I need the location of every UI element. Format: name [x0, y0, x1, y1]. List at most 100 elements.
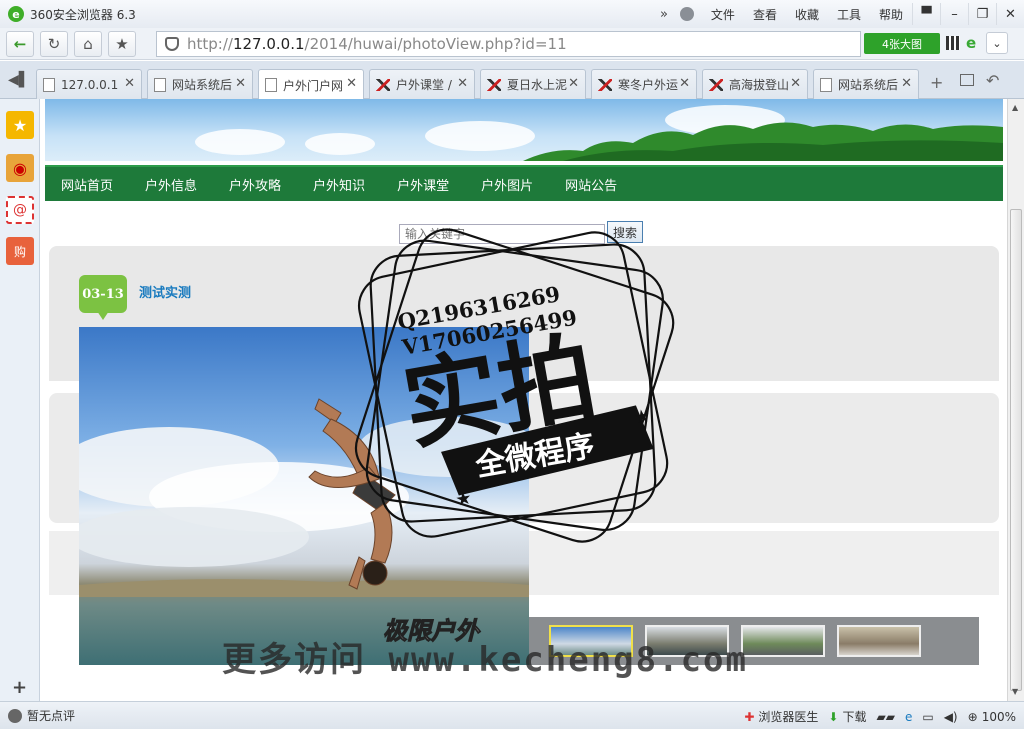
shopping-icon[interactable]: 购 [6, 237, 34, 265]
nav-outdoor-info[interactable]: 户外信息 [145, 175, 197, 194]
restore-tabs-icon[interactable] [960, 74, 974, 86]
zoom-control[interactable]: ⊕ 100% [968, 710, 1016, 724]
tab-close-icon[interactable]: ✕ [568, 76, 579, 91]
refresh-button[interactable]: ↻ [40, 30, 68, 57]
tab-bar: ◀▌ 127.0.0.1 ✕ 网站系统后 ✕ 户外门户网 ✕ 户外课堂 / ✕ 夏日水上… [0, 61, 1024, 100]
nav-home[interactable]: 网站首页 [61, 175, 113, 194]
minimize-button[interactable]: – [940, 3, 968, 25]
doctor-icon: ✚ [744, 709, 755, 724]
undo-close-icon[interactable]: ↶ [986, 71, 999, 90]
user-avatar-icon[interactable] [679, 7, 694, 21]
page-icon [820, 77, 832, 92]
tab-1[interactable]: 127.0.0.1 ✕ [36, 69, 142, 99]
volume-icon[interactable]: ◀) [944, 710, 958, 724]
page-icon [265, 78, 277, 92]
tab-close-icon[interactable]: ✕ [790, 76, 801, 91]
nav-announcements[interactable]: 网站公告 [565, 175, 617, 194]
nav-outdoor-guide[interactable]: 户外攻略 [229, 175, 281, 194]
ie-icon[interactable]: e [905, 710, 912, 724]
tab-8[interactable]: 网站系统后 ✕ [813, 69, 919, 99]
favorite-button[interactable]: ★ [108, 30, 136, 57]
window-title-bar: e 360安全浏览器 6.3 » 文件 查看 收藏 工具 帮助 ▀ – ❐ ✕ [0, 0, 1024, 28]
left-sidebar: ★ ◉ @ 购 + [0, 99, 40, 701]
tab-close-icon[interactable]: ✕ [457, 76, 468, 91]
back-arrow-icon: ← [13, 34, 27, 53]
banner-trees [523, 122, 1003, 161]
status-review-text[interactable]: 暂无点评 [27, 707, 75, 724]
home-icon: ⌂ [83, 34, 93, 53]
download-arrow-icon: ⬇ [828, 709, 839, 724]
home-button[interactable]: ⌂ [74, 30, 102, 57]
weibo-icon[interactable]: ◉ [6, 154, 34, 182]
tab-5[interactable]: 夏日水上泥 ✕ [480, 69, 586, 99]
thumbnail-3[interactable] [741, 625, 825, 657]
tab-4[interactable]: 户外课堂 / ✕ [369, 69, 475, 99]
zoom-icon: ⊕ [967, 709, 978, 724]
more-chevron-icon[interactable]: » [660, 7, 668, 22]
menu-tools[interactable]: 工具 [837, 6, 861, 23]
browser-doctor[interactable]: ✚ 浏览器医生 [744, 708, 818, 725]
nav-outdoor-knowledge[interactable]: 户外知识 [313, 175, 365, 194]
address-url[interactable]: http://127.0.0.1/2014/huwai/photoView.ph… [187, 35, 567, 53]
page-icon [154, 77, 166, 92]
thumbnail-4[interactable] [837, 625, 921, 657]
tab-close-icon[interactable]: ✕ [124, 76, 135, 91]
tab-close-icon[interactable]: ✕ [346, 76, 357, 91]
new-tab-icon[interactable]: + [930, 73, 943, 92]
title-bar-right: » 文件 查看 收藏 工具 帮助 ▀ – ❐ ✕ [660, 0, 1024, 28]
mail-icon[interactable]: @ [6, 196, 34, 224]
site-favicon-icon [598, 78, 612, 91]
security-shield-icon [165, 37, 179, 51]
tab-7[interactable]: 高海拔登山 ✕ [702, 69, 808, 99]
nav-outdoor-photos[interactable]: 户外图片 [481, 175, 533, 194]
watermark-footer: 更多访问 www.kecheng8.com [222, 640, 748, 680]
site-navigation: 网站首页 户外信息 户外攻略 户外知识 户外课堂 户外图片 网站公告 [45, 165, 1003, 201]
navigation-bar: ← ↻ ⌂ ★ http://127.0.0.1/2014/huwai/phot… [0, 28, 1024, 60]
tab-2[interactable]: 网站系统后 ✕ [147, 69, 253, 99]
page-icon [43, 77, 55, 92]
tab-close-icon[interactable]: ✕ [901, 76, 912, 91]
window-icon[interactable]: ▭ [922, 710, 933, 724]
search-button[interactable]: 搜索 [607, 221, 643, 243]
restore-button[interactable]: ❐ [968, 3, 996, 25]
scroll-down-icon[interactable]: ▼ [1012, 687, 1018, 696]
big-picture-button[interactable]: 4张大图 [864, 33, 940, 54]
favorites-star-icon[interactable]: ★ [6, 111, 34, 139]
refresh-icon: ↻ [47, 34, 61, 53]
site-favicon-icon [376, 78, 390, 91]
skin-button[interactable]: ▀ [912, 3, 940, 25]
address-dropdown-button[interactable]: ⌄ [986, 32, 1008, 54]
menu-help[interactable]: 帮助 [879, 6, 903, 23]
ie-mode-icon[interactable]: e [966, 34, 976, 52]
tab-6[interactable]: 寒冬户外运 ✕ [591, 69, 697, 99]
search-input[interactable] [399, 224, 605, 244]
date-badge-tail [97, 311, 109, 320]
site-banner [45, 99, 1003, 161]
review-icon [8, 708, 22, 723]
window-title: 360安全浏览器 6.3 [30, 7, 136, 22]
address-bar[interactable]: http://127.0.0.1/2014/huwai/photoView.ph… [156, 31, 861, 57]
post-date-badge: 03-13 [79, 275, 127, 313]
speed-icon[interactable]: ▰▰ [877, 710, 895, 724]
menu-favorites[interactable]: 收藏 [795, 6, 819, 23]
post-title[interactable]: 测试实测 [139, 282, 191, 301]
tab-close-icon[interactable]: ✕ [235, 76, 246, 91]
scroll-up-icon[interactable]: ▲ [1012, 103, 1018, 112]
tab-close-icon[interactable]: ✕ [679, 76, 690, 91]
site-favicon-icon [487, 78, 501, 91]
site-favicon-icon [709, 78, 723, 91]
menu-file[interactable]: 文件 [711, 6, 735, 23]
close-button[interactable]: ✕ [996, 3, 1024, 25]
qr-code-icon[interactable] [946, 36, 960, 50]
page-scrollbar[interactable]: ▲ ▼ [1007, 99, 1024, 701]
download-button[interactable]: ⬇ 下载 [828, 708, 866, 725]
menu-view[interactable]: 查看 [753, 6, 777, 23]
browser-logo-icon: e [8, 6, 24, 22]
star-icon: ★ [115, 34, 129, 53]
nav-outdoor-class[interactable]: 户外课堂 [397, 175, 449, 194]
back-button[interactable]: ← [6, 30, 34, 57]
add-sidebar-app-icon[interactable]: + [12, 677, 27, 698]
tab-3-active[interactable]: 户外门户网 ✕ [258, 69, 364, 100]
scroll-thumb[interactable] [1010, 209, 1022, 691]
sidebar-toggle-icon[interactable]: ◀▌ [8, 72, 30, 88]
